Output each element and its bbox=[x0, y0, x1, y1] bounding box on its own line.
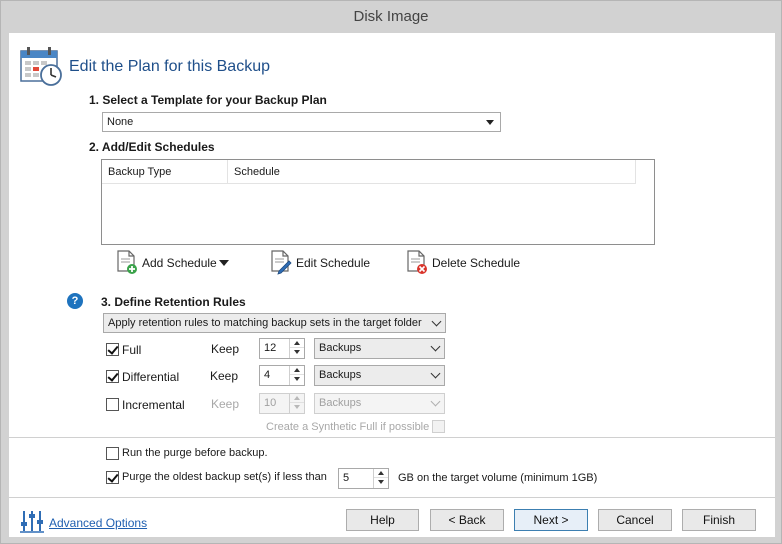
delete-schedule-icon bbox=[405, 249, 432, 278]
full-label: Full bbox=[122, 343, 142, 357]
edit-schedule-label: Edit Schedule bbox=[296, 256, 371, 270]
edit-schedule-icon bbox=[269, 249, 296, 278]
incremental-keep-stepper[interactable]: 10 bbox=[259, 393, 305, 414]
add-schedule-icon bbox=[115, 249, 142, 278]
synthetic-full-checkbox[interactable] bbox=[432, 420, 445, 433]
spin-up-icon[interactable] bbox=[290, 394, 304, 403]
dropdown-arrow-icon bbox=[486, 120, 494, 125]
chevron-down-icon bbox=[430, 341, 441, 352]
purge-oldest-value: 5 bbox=[343, 472, 350, 484]
full-unit-value: Backups bbox=[319, 342, 362, 354]
differential-keep-stepper[interactable]: 4 bbox=[259, 365, 305, 386]
spin-down-icon[interactable] bbox=[374, 478, 388, 487]
schedules-section-heading: 2. Add/Edit Schedules bbox=[89, 140, 215, 154]
page-title: Edit the Plan for this Backup bbox=[69, 58, 270, 75]
differential-keep-label: Keep bbox=[210, 369, 239, 383]
spin-down-icon[interactable] bbox=[290, 403, 304, 412]
incremental-keep-label: Keep bbox=[211, 397, 240, 411]
add-schedule-dropdown-arrow-icon[interactable] bbox=[219, 260, 229, 266]
edit-schedule-button[interactable]: Edit Schedule bbox=[269, 249, 370, 277]
spin-down-icon[interactable] bbox=[290, 348, 304, 357]
spin-up-icon[interactable] bbox=[374, 469, 388, 478]
incremental-keep-value: 10 bbox=[264, 397, 277, 409]
retention-mode-value: Apply retention rules to matching backup… bbox=[108, 317, 422, 329]
add-schedule-label: Add Schedule bbox=[142, 256, 217, 270]
template-section-heading: 1. Select a Template for your Backup Pla… bbox=[89, 93, 327, 107]
purge-oldest-checkbox[interactable] bbox=[106, 471, 119, 484]
retention-mode-select[interactable]: Apply retention rules to matching backup… bbox=[103, 313, 446, 333]
disk-image-window: Disk Image Edit the Plan for this Backup bbox=[0, 0, 782, 544]
schedules-list[interactable]: Backup Type Schedule bbox=[101, 159, 655, 245]
add-schedule-button[interactable]: Add Schedule bbox=[115, 249, 217, 277]
incremental-checkbox[interactable] bbox=[106, 398, 119, 411]
incremental-unit-select[interactable]: Backups bbox=[314, 393, 445, 414]
incremental-unit-value: Backups bbox=[319, 397, 362, 409]
schedules-list-header: Backup Type Schedule bbox=[102, 160, 636, 184]
full-keep-value: 12 bbox=[264, 342, 277, 354]
delete-schedule-label: Delete Schedule bbox=[432, 256, 521, 270]
column-header-schedule[interactable]: Schedule bbox=[228, 160, 636, 184]
full-keep-label: Keep bbox=[211, 342, 240, 356]
finish-button[interactable]: Finish bbox=[682, 509, 756, 531]
next-button[interactable]: Next > bbox=[514, 509, 588, 531]
run-purge-before-checkbox[interactable] bbox=[106, 447, 119, 460]
spin-up-icon[interactable] bbox=[290, 339, 304, 348]
run-purge-before-label: Run the purge before backup. bbox=[122, 447, 268, 459]
retention-section-heading: 3. Define Retention Rules bbox=[101, 295, 246, 309]
chevron-down-icon bbox=[430, 396, 441, 407]
differential-label: Differential bbox=[122, 370, 180, 384]
calendar-clock-icon bbox=[19, 45, 63, 90]
full-checkbox[interactable] bbox=[106, 343, 119, 356]
spin-up-icon[interactable] bbox=[290, 366, 304, 375]
footer-divider bbox=[9, 497, 775, 498]
help-button[interactable]: Help bbox=[346, 509, 419, 531]
chevron-down-icon bbox=[430, 368, 441, 379]
template-select-value: None bbox=[107, 116, 134, 128]
purge-oldest-suffix: GB on the target volume (minimum 1GB) bbox=[398, 472, 598, 484]
delete-schedule-button[interactable]: Delete Schedule bbox=[405, 249, 520, 277]
synthetic-full-label: Create a Synthetic Full if possible bbox=[266, 421, 430, 433]
help-question-icon[interactable]: ? bbox=[67, 293, 83, 309]
dialog-client-area: Edit the Plan for this Backup 1. Select … bbox=[9, 33, 775, 537]
section-divider bbox=[9, 437, 775, 438]
purge-oldest-label: Purge the oldest backup set(s) if less t… bbox=[122, 471, 327, 483]
template-select[interactable]: None bbox=[102, 112, 501, 132]
incremental-label: Incremental bbox=[122, 398, 185, 412]
advanced-options-icon[interactable] bbox=[19, 508, 45, 537]
differential-unit-value: Backups bbox=[319, 369, 362, 381]
full-unit-select[interactable]: Backups bbox=[314, 338, 445, 359]
differential-keep-value: 4 bbox=[264, 369, 271, 381]
differential-unit-select[interactable]: Backups bbox=[314, 365, 445, 386]
differential-checkbox[interactable] bbox=[106, 370, 119, 383]
column-header-backup-type[interactable]: Backup Type bbox=[102, 160, 228, 184]
back-button[interactable]: < Back bbox=[430, 509, 504, 531]
window-title: Disk Image bbox=[353, 8, 429, 25]
cancel-button[interactable]: Cancel bbox=[598, 509, 672, 531]
full-keep-stepper[interactable]: 12 bbox=[259, 338, 305, 359]
advanced-options-link[interactable]: Advanced Options bbox=[49, 516, 147, 530]
chevron-down-icon bbox=[431, 316, 442, 327]
purge-oldest-stepper[interactable]: 5 bbox=[338, 468, 389, 489]
spin-down-icon[interactable] bbox=[290, 375, 304, 384]
